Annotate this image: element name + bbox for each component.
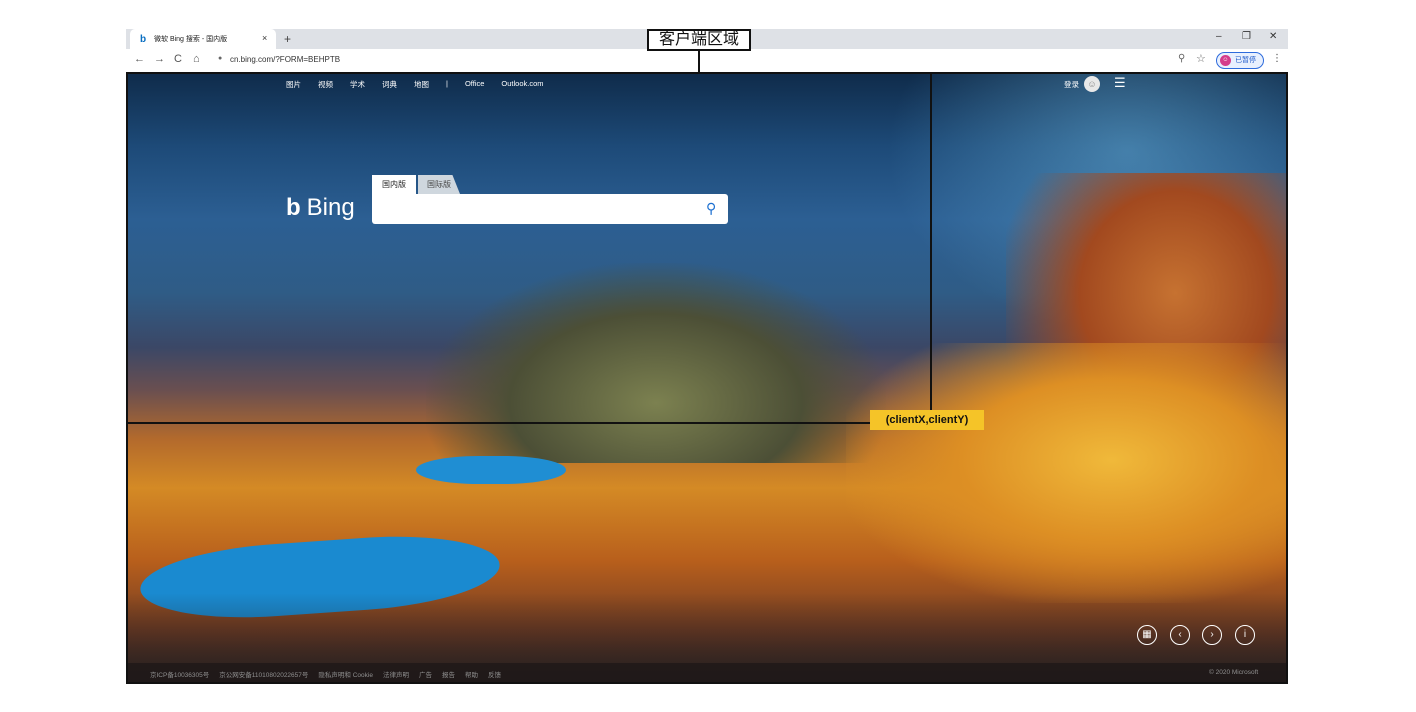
new-tab-icon[interactable]: + — [284, 32, 291, 46]
bing-favicon-icon: b — [140, 34, 147, 45]
close-tab-icon[interactable]: × — [262, 33, 267, 43]
bing-footer: 京ICP备10036305号 京公网安备11010802022657号 隐私声明… — [126, 663, 1288, 683]
nav-dictionary[interactable]: 词典 — [382, 79, 397, 93]
back-icon[interactable]: ← — [134, 53, 145, 65]
nav-images[interactable]: 图片 — [286, 79, 301, 93]
signin-link[interactable]: 登录 — [1064, 79, 1079, 90]
callout-connector — [698, 51, 700, 73]
star-icon[interactable]: ☆ — [1196, 52, 1206, 65]
user-avatar-icon[interactable]: ☺ — [1084, 76, 1100, 92]
client-area-label: 客户端区域 — [647, 29, 751, 51]
quiz-icon[interactable]: ▦ — [1137, 625, 1157, 645]
tab-domestic[interactable]: 国内版 — [372, 175, 416, 194]
tab-title: 微软 Bing 搜索 - 国内版 — [154, 36, 228, 43]
image-info-icon[interactable]: i — [1235, 625, 1255, 645]
previous-image-icon[interactable]: ‹ — [1170, 625, 1190, 645]
browser-tab[interactable]: b 微软 Bing 搜索 - 国内版 × — [130, 29, 276, 49]
footer-link[interactable]: 广告 — [419, 669, 432, 679]
background-lake-small — [416, 456, 566, 484]
bing-homepage: 图片 视频 学术 词典 地图 | Office Outlook.com 登录 ☺… — [126, 73, 1288, 683]
bing-top-nav: 图片 视频 学术 词典 地图 | Office Outlook.com — [286, 79, 544, 93]
background-mountain — [426, 263, 886, 463]
hamburger-menu-icon[interactable]: ☰ — [1114, 75, 1126, 91]
home-icon[interactable]: ⌂ — [193, 53, 200, 65]
bing-logo[interactable]: b Bing — [286, 194, 355, 222]
footer-link[interactable]: 报告 — [442, 669, 455, 679]
close-window-icon[interactable]: ✕ — [1269, 31, 1277, 42]
nav-videos[interactable]: 视频 — [318, 79, 333, 93]
footer-link[interactable]: 京公网安备11010802022657号 — [219, 669, 308, 679]
profile-avatar-icon: ☺ — [1220, 55, 1231, 66]
footer-link[interactable]: 帮助 — [465, 669, 478, 679]
footer-links: 京ICP备10036305号 京公网安备11010802022657号 隐私声明… — [150, 669, 501, 679]
browser-window: b 微软 Bing 搜索 - 国内版 × + – ❐ ✕ ← → C ⌂ ● c… — [126, 29, 1288, 683]
forward-icon[interactable]: → — [154, 53, 165, 65]
nav-academic[interactable]: 学术 — [350, 79, 365, 93]
bing-logo-text: Bing — [306, 194, 355, 221]
reload-icon[interactable]: C — [174, 53, 182, 65]
maximize-icon[interactable]: ❐ — [1242, 31, 1251, 42]
tab-international[interactable]: 国际版 — [418, 175, 460, 194]
search-icon[interactable]: ⚲ — [706, 200, 716, 217]
footer-link[interactable]: 京ICP备10036305号 — [150, 669, 209, 679]
nav-maps[interactable]: 地图 — [414, 79, 429, 93]
footer-link[interactable]: 隐私声明和 Cookie — [318, 669, 373, 679]
nav-separator: | — [446, 79, 448, 88]
address-toolbar: ← → C ⌂ ● cn.bing.com/?FORM=BEHPTB ⚲ ☆ ☺… — [126, 49, 1288, 73]
address-bar[interactable]: cn.bing.com/?FORM=BEHPTB — [230, 55, 340, 64]
coordinate-label: (clientX,clientY) — [870, 410, 984, 430]
menu-dots-icon[interactable]: ⋮ — [1272, 53, 1282, 64]
client-x-guide-line — [930, 74, 932, 424]
next-image-icon[interactable]: › — [1202, 625, 1222, 645]
zoom-icon[interactable]: ⚲ — [1178, 53, 1185, 64]
bing-logo-icon: b — [286, 194, 301, 221]
copyright: © 2020 Microsoft — [1209, 669, 1259, 676]
client-y-guide-line — [128, 422, 871, 424]
background-hillside — [846, 343, 1288, 603]
nav-office[interactable]: Office — [465, 79, 484, 93]
profile-button[interactable]: ☺ 已暂停 — [1216, 52, 1264, 69]
profile-label: 已暂停 — [1235, 57, 1256, 64]
nav-outlook[interactable]: Outlook.com — [501, 79, 543, 93]
search-input[interactable]: ⚲ — [372, 194, 728, 224]
footer-link[interactable]: 反馈 — [488, 669, 501, 679]
minimize-icon[interactable]: – — [1216, 31, 1222, 42]
lock-icon: ● — [218, 55, 223, 62]
footer-link[interactable]: 法律声明 — [383, 669, 409, 679]
